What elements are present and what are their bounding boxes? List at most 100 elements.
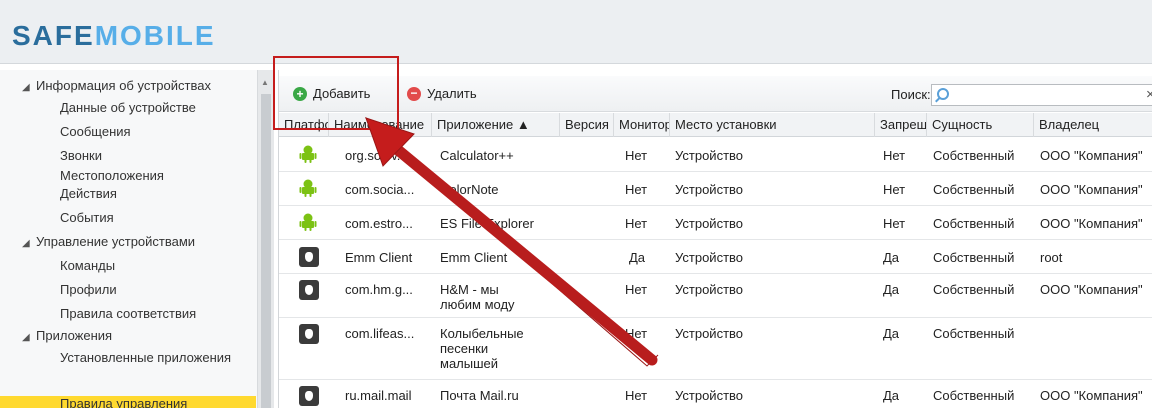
tree-item-locations[interactable]: Местоположения	[60, 168, 250, 184]
cell-name: com.hm.g...	[345, 282, 413, 297]
tree-item-device-data[interactable]: Данные об устройстве	[60, 100, 250, 116]
column-header-location[interactable]: Место установки	[670, 113, 875, 137]
table-row[interactable]: com.estro... ES File Explorer Нет Устрой…	[279, 206, 1152, 240]
tree-item-commands[interactable]: Команды	[60, 258, 250, 274]
cell-entity: Собственный	[933, 148, 1015, 163]
tree-item-profiles[interactable]: Профили	[60, 282, 250, 298]
column-header-platform[interactable]: Платформа	[279, 113, 329, 137]
cell-name: com.lifeas...	[345, 326, 415, 341]
sidebar-scrollbar[interactable]: ▲	[258, 70, 274, 408]
cell-name: org.solov...	[345, 148, 408, 163]
logo-part1: SAFE	[12, 20, 95, 51]
app-window: SAFEMOBILE ◢ Информация об устройствах Да…	[0, 0, 1152, 408]
sidebar-tree: ◢ Информация об устройствах Данные об уст…	[0, 70, 258, 408]
cell-owner: root	[1040, 250, 1063, 265]
column-header-monitoring[interactable]: Мониторинг	[614, 113, 670, 137]
cell-forbidden: Нет	[883, 182, 906, 197]
minus-icon: −	[407, 86, 421, 101]
tree-group-label: Информация об устройствах	[36, 78, 211, 93]
tree-group-device-management[interactable]: ◢ Управление устройствами	[22, 234, 195, 252]
delete-button[interactable]: − Удалить	[407, 86, 477, 101]
tree-item-actions[interactable]: Действия	[60, 186, 250, 202]
cell-owner: ООО "Компания"	[1040, 216, 1143, 231]
column-header-owner[interactable]: Владелец	[1034, 113, 1152, 137]
cell-forbidden: Да	[883, 326, 900, 341]
expand-arrow-icon[interactable]: ◢	[22, 236, 36, 252]
search-input[interactable]	[932, 85, 1132, 105]
expand-arrow-icon[interactable]: ◢	[22, 80, 36, 96]
cell-owner: ООО "Компания"	[1040, 148, 1143, 163]
table-row[interactable]: org.solov... Calculator++ Нет Устройство…	[279, 138, 1152, 172]
table-row[interactable]: com.socia... ColorNote Нет Устройство Не…	[279, 172, 1152, 206]
cell-app: Emm Client	[440, 250, 508, 265]
scroll-up-icon[interactable]: ▲	[261, 78, 269, 87]
apple-icon	[299, 386, 319, 406]
cell-app: Почта Mail.ru	[440, 388, 519, 403]
cell-monitoring: Нет	[625, 216, 648, 231]
cell-monitoring: Нет	[625, 282, 648, 297]
cell-app: Calculator++	[440, 148, 514, 163]
cell-location: Устройство	[675, 216, 744, 231]
android-icon	[299, 213, 319, 233]
cell-entity: Собственный	[933, 182, 1015, 197]
main-content: + Добавить − Удалить Поиск: × Платформа …	[278, 70, 1152, 408]
cell-monitoring: Нет	[625, 182, 648, 197]
cell-name: com.estro...	[345, 216, 413, 231]
cell-owner: ООО "Компания"	[1040, 282, 1143, 297]
search-icon	[937, 88, 949, 100]
tree-item-installed-apps[interactable]: Установленные приложения	[60, 350, 250, 366]
search-box[interactable]: ×	[931, 84, 1152, 106]
android-icon	[299, 179, 319, 199]
cell-entity: Собственный	[933, 250, 1015, 265]
add-button-label: Добавить	[313, 86, 371, 101]
cell-name: ru.mail.mail	[345, 388, 412, 403]
table-row[interactable]: com.hm.g... H&M - мы любим моду Нет Устр…	[279, 274, 1152, 318]
cell-location: Устройство	[675, 282, 744, 297]
logo: SAFEMOBILE	[12, 20, 216, 52]
tree-group-label: Управление устройствами	[36, 234, 196, 249]
cell-entity: Собственный	[933, 216, 1015, 231]
add-button[interactable]: + Добавить	[293, 86, 370, 101]
apple-icon	[299, 280, 319, 300]
app-header: SAFEMOBILE	[0, 0, 1152, 64]
cell-monitoring: Нет	[625, 388, 648, 403]
tree-item-messages[interactable]: Сообщения	[60, 124, 250, 140]
table-header: Платформа Наименование Приложение ▲ Верс…	[279, 113, 1152, 137]
expand-arrow-icon[interactable]: ◢	[22, 330, 36, 346]
cell-entity: Собственный	[933, 388, 1015, 403]
cell-entity: Собственный	[933, 326, 1015, 341]
column-header-version[interactable]: Версия	[560, 113, 614, 137]
column-header-app[interactable]: Приложение ▲	[432, 113, 560, 137]
column-header-forbidden[interactable]: Запрещено	[875, 113, 927, 137]
clear-search-icon[interactable]: ×	[1146, 86, 1152, 103]
scroll-thumb[interactable]	[261, 94, 271, 408]
cell-location: Устройство	[675, 388, 744, 403]
cell-name: Emm Client	[345, 250, 413, 265]
table-row[interactable]: ru.mail.mail Почта Mail.ru Нет Устройств…	[279, 380, 1152, 408]
cell-entity: Собственный	[933, 282, 1015, 297]
column-header-entity[interactable]: Сущность	[927, 113, 1034, 137]
cell-app: Колыбельные песенки малышей	[440, 326, 524, 371]
table-row[interactable]: Emm Client Emm Client Да Устройство Да С…	[279, 240, 1152, 274]
table-row[interactable]: com.lifeas... Колыбельные песенки малыше…	[279, 318, 1152, 380]
tree-item-compliance-rules[interactable]: Правила соответствия	[60, 306, 250, 322]
cell-app: ColorNote	[440, 182, 499, 197]
tree-group-devices-info[interactable]: ◢ Информация об устройствах	[22, 78, 211, 96]
cell-app: ES File Explorer	[440, 216, 534, 231]
logo-part2: MOBILE	[94, 20, 216, 51]
column-header-name[interactable]: Наименование	[329, 113, 432, 137]
tree-group-applications[interactable]: ◢ Приложения	[22, 328, 112, 346]
cell-monitoring: Нет	[625, 326, 648, 341]
delete-button-label: Удалить	[427, 86, 477, 101]
apple-icon	[299, 324, 319, 344]
cell-monitoring: Нет	[625, 148, 648, 163]
cell-owner: ООО "Компания"	[1040, 182, 1143, 197]
apple-icon	[299, 247, 319, 267]
tree-item-management-rules[interactable]: Правила управления	[0, 396, 256, 408]
android-icon	[299, 145, 319, 165]
cell-owner: ООО "Компания"	[1040, 388, 1143, 403]
plus-icon: +	[293, 86, 307, 101]
tree-item-calls[interactable]: Звонки	[60, 148, 250, 164]
toolbar: + Добавить − Удалить Поиск: ×	[279, 76, 1152, 112]
tree-item-events[interactable]: События	[60, 210, 250, 226]
